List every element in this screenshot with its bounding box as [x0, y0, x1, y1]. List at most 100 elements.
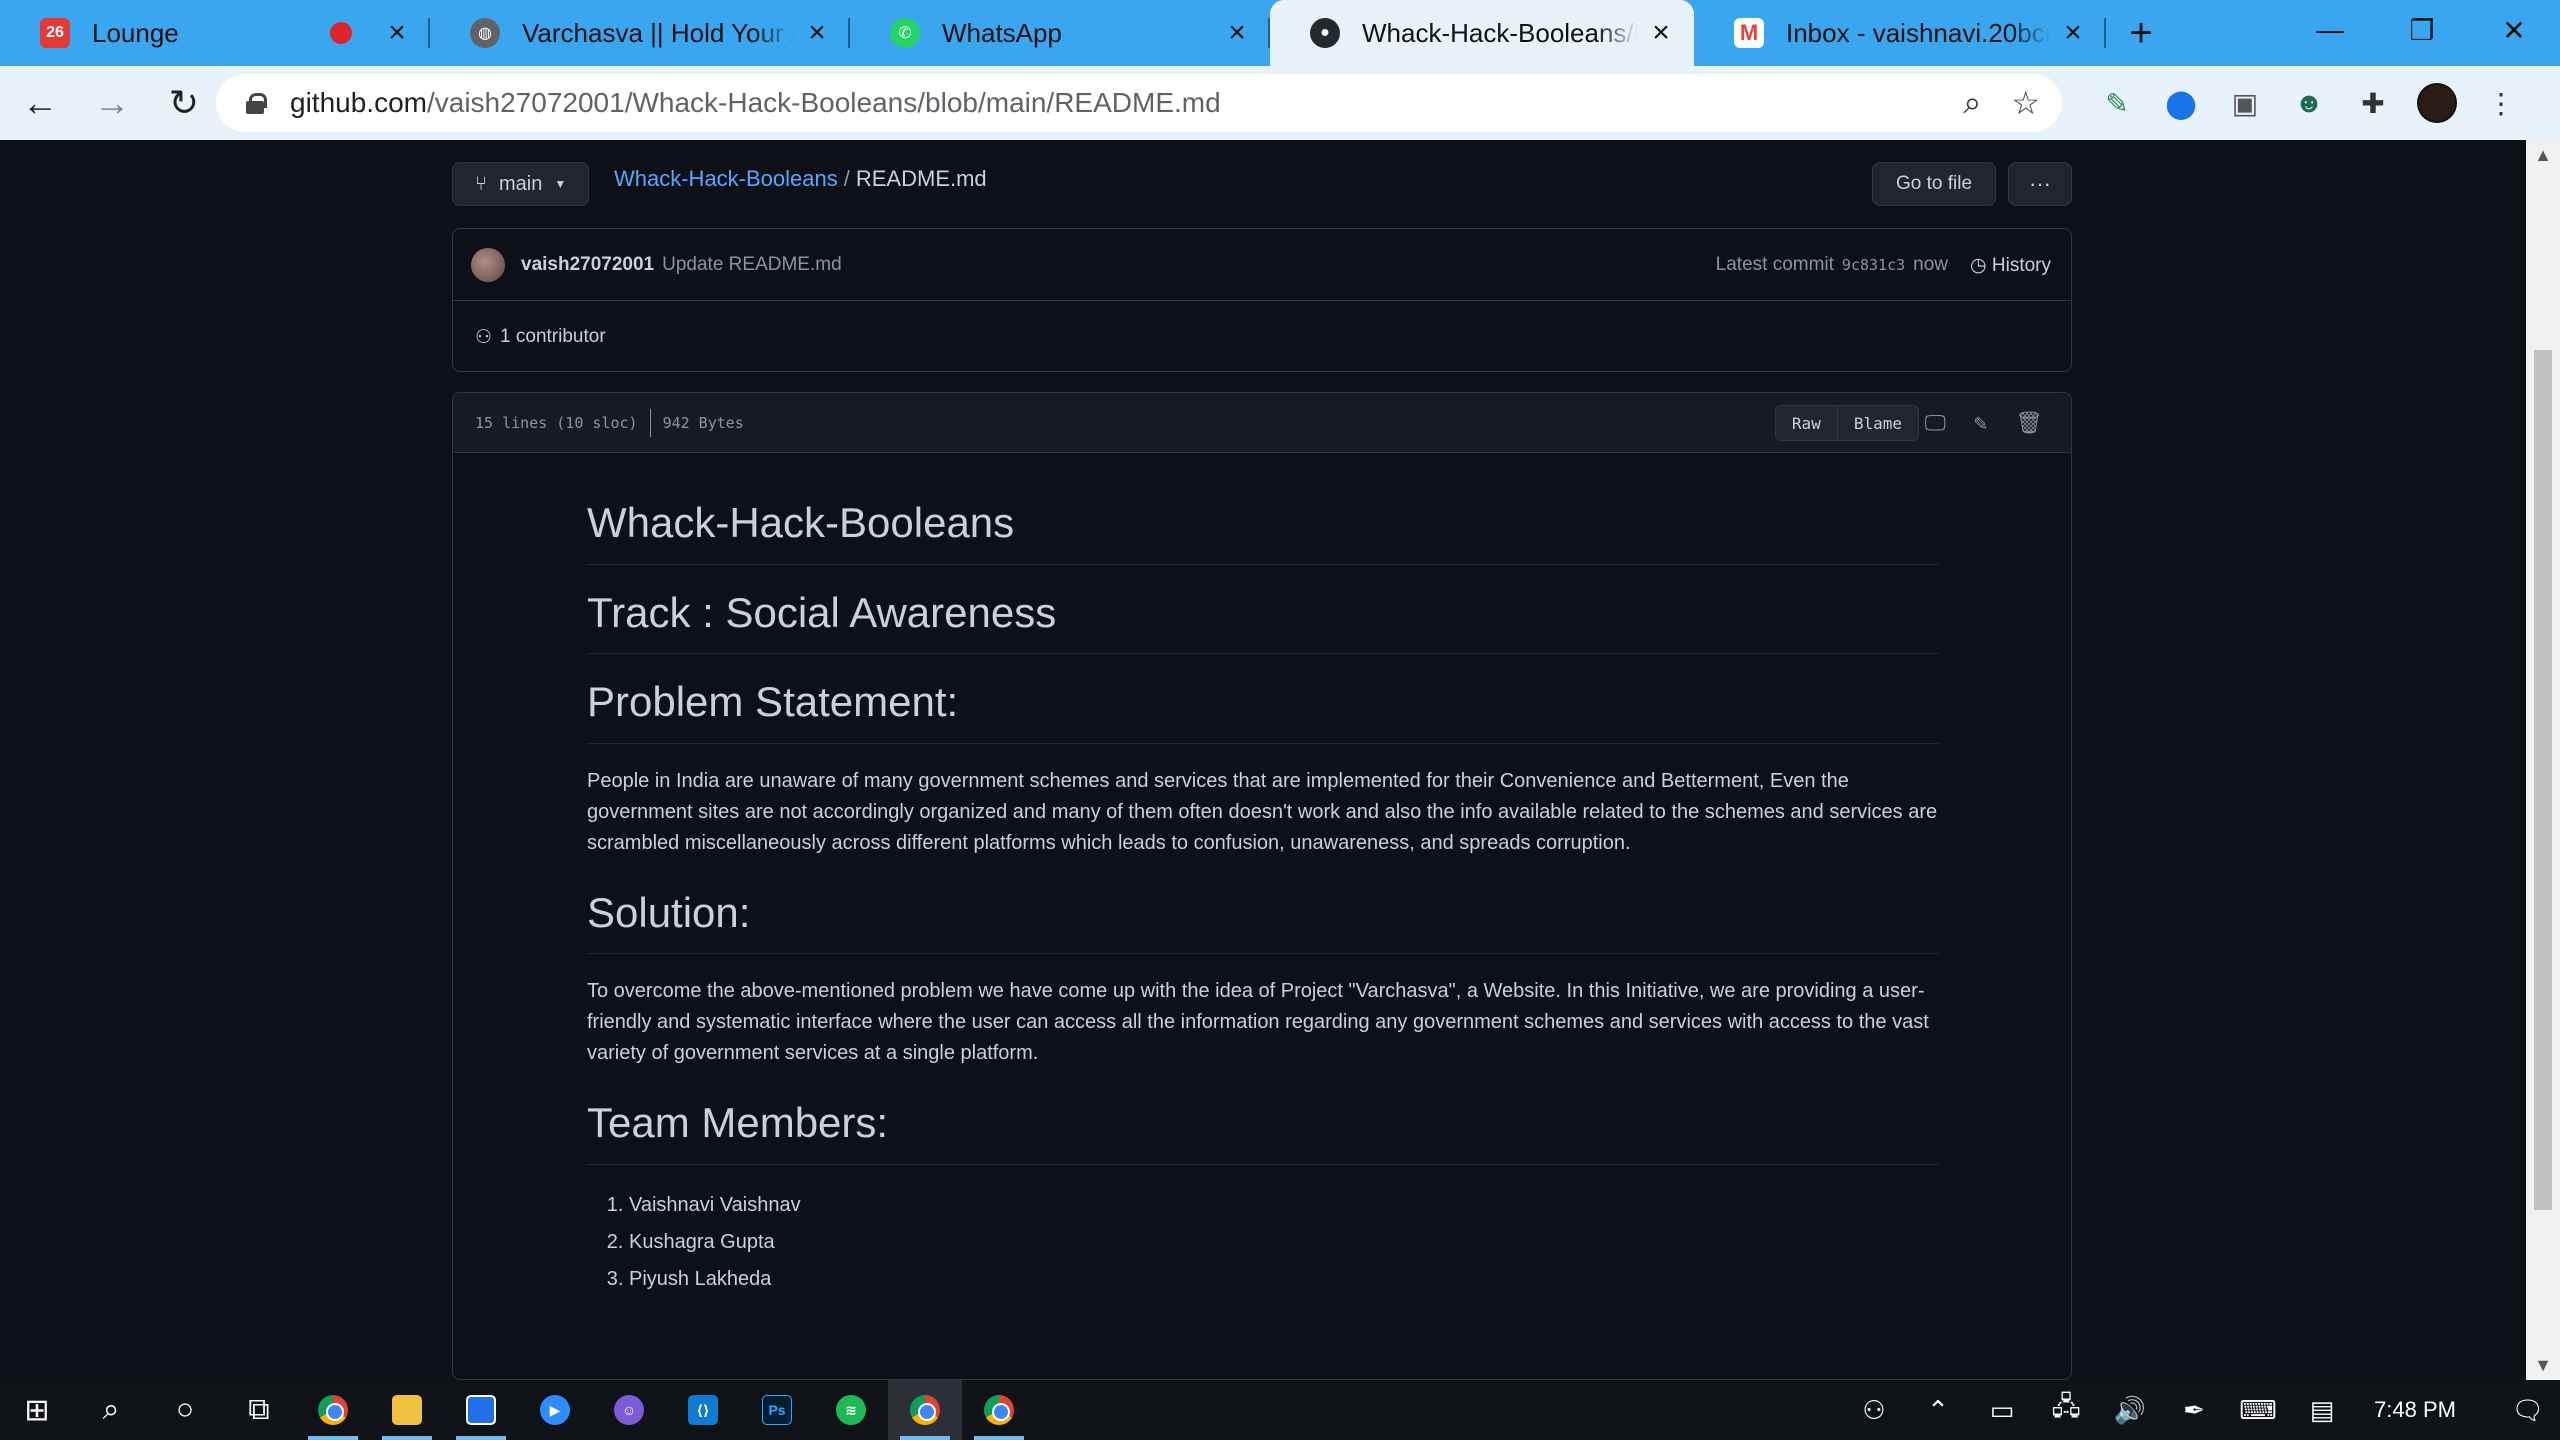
notion-app-icon[interactable] — [444, 1380, 518, 1440]
keyboard-icon[interactable]: ⌨ — [2226, 1380, 2290, 1440]
breadcrumb-file: README.md — [855, 166, 987, 191]
task-view-icon[interactable]: ⧉ — [222, 1380, 296, 1440]
latest-commit-row: vaish27072001 Update README.md Latest co… — [453, 229, 2071, 301]
tab-github-readme[interactable]: ● Whack-Hack-Booleans/README.md × — [1270, 0, 1694, 66]
puzzle-extensions-icon[interactable]: ✚ — [2352, 82, 2394, 124]
scroll-down-icon[interactable]: ▼ — [2526, 1350, 2560, 1380]
go-to-file-button[interactable]: Go to file — [1872, 162, 1996, 206]
file-button-group: Raw Blame — [1774, 405, 1919, 441]
address-bar[interactable]: github.com/vaish27072001/Whack-Hack-Bool… — [216, 74, 2062, 132]
square-extension-icon[interactable]: ▣ — [2224, 82, 2266, 124]
commit-box: vaish27072001 Update README.md Latest co… — [452, 228, 2072, 372]
battery-icon[interactable]: ▭ — [1970, 1380, 2034, 1440]
tab-whatsapp[interactable]: ✆ WhatsApp × — [850, 0, 1270, 66]
pencil-edit-icon[interactable]: ✎ — [1974, 411, 1987, 436]
discord-app-icon[interactable]: ☺ — [592, 1380, 666, 1440]
file-explorer-icon[interactable] — [370, 1380, 444, 1440]
url-host: github.com — [290, 87, 427, 118]
search-icon[interactable]: ⌕ — [74, 1380, 148, 1440]
vscode-icon[interactable]: ⟨⟩ — [666, 1380, 740, 1440]
breadcrumb-repo-link[interactable]: Whack-Hack-Booleans — [614, 166, 838, 191]
file-header: 15 lines (10 sloc) 942 Bytes Raw Blame 🖵… — [453, 393, 2071, 453]
branch-selector[interactable]: ⑂ main ▼ — [452, 162, 590, 206]
taskbar-clock[interactable]: 7:48 PM — [2354, 1397, 2496, 1423]
avatar[interactable] — [471, 247, 505, 282]
bookmark-star-icon[interactable]: ☆ — [2011, 84, 2040, 122]
readme-content: Whack-Hack-Booleans Track : Social Aware… — [587, 497, 1939, 1298]
network-icon[interactable]: 🖧 — [2034, 1380, 2098, 1440]
zoom-app-icon[interactable]: ▶ — [518, 1380, 592, 1440]
close-tab-icon[interactable]: × — [2058, 16, 2088, 49]
eyedropper-extension-icon[interactable]: ✎ — [2096, 82, 2138, 124]
close-tab-icon[interactable]: × — [382, 16, 412, 49]
tab-title: Lounge — [92, 17, 179, 48]
more-options-button[interactable]: ··· — [2008, 162, 2072, 206]
url-text[interactable]: github.com/vaish27072001/Whack-Hack-Bool… — [290, 87, 1221, 119]
commit-author-link[interactable]: vaish27072001 — [521, 254, 654, 276]
extensions-area: ✎ ⬤ ▣ ☻ ✚ ⋮ — [2096, 66, 2522, 140]
window-controls: — ❐ ✕ — [2284, 0, 2560, 60]
alien-extension-icon[interactable]: ☻ — [2288, 82, 2330, 124]
zoom-icon[interactable]: ⌕ — [1963, 84, 1981, 122]
spotify-icon[interactable]: ≋ — [814, 1380, 888, 1440]
gmail-icon: M — [1734, 18, 1764, 48]
new-tab-button[interactable]: + — [2106, 0, 2176, 66]
tab-gmail[interactable]: M Inbox - vaishnavi.20bcrn018 × — [1694, 0, 2106, 66]
chrome-taskbar-icon[interactable] — [296, 1380, 370, 1440]
trash-icon[interactable]: 🗑 — [2015, 411, 2043, 436]
cortana-icon[interactable]: ○ — [148, 1380, 222, 1440]
notification-icon[interactable]: 🗨 — [2496, 1380, 2560, 1440]
people-icon[interactable]: ⚇ — [1842, 1380, 1906, 1440]
latest-commit-label: Latest commit — [1715, 254, 1834, 275]
caret-down-icon: ▼ — [554, 177, 567, 191]
commit-message-link[interactable]: Update README.md — [662, 254, 842, 276]
tab-lounge[interactable]: 26 Lounge × — [0, 0, 430, 66]
branch-icon: ⑂ — [475, 172, 487, 195]
raw-button[interactable]: Raw — [1775, 406, 1837, 440]
tablet-mode-icon[interactable]: ▤ — [2290, 1380, 2354, 1440]
restore-icon[interactable]: ❐ — [2376, 0, 2468, 60]
branch-name: main — [499, 172, 543, 195]
close-tab-icon[interactable]: × — [802, 16, 832, 49]
chrome-profile-taskbar-icon[interactable] — [888, 1380, 962, 1440]
contributors-row[interactable]: ⚇ 1 contributor — [453, 301, 2071, 373]
back-arrow-icon[interactable]: ← — [8, 71, 72, 135]
close-tab-icon[interactable]: × — [1646, 16, 1676, 49]
file-viewer: 15 lines (10 sloc) 942 Bytes Raw Blame 🖵… — [452, 392, 2072, 1380]
photoshop-icon[interactable]: Ps — [740, 1380, 814, 1440]
github-page: ⑂ main ▼ Whack-Hack-Booleans / README.md G… — [0, 140, 2526, 1380]
recording-icon — [330, 22, 352, 44]
list-item: Vaishnavi Vaishnav — [629, 1187, 1939, 1224]
windows-start-icon[interactable]: ⊞ — [0, 1380, 74, 1440]
volume-icon[interactable]: 🔊 — [2098, 1380, 2162, 1440]
team-list: Vaishnavi Vaishnav Kushagra Gupta Piyush… — [587, 1187, 1939, 1298]
scroll-thumb[interactable] — [2534, 350, 2552, 1210]
contributors-count: 1 contributor — [500, 326, 606, 347]
minimize-icon[interactable]: — — [2284, 0, 2376, 60]
clock-icon: ◷ — [1970, 254, 1987, 276]
commit-sha-link[interactable]: 9c831c3 — [1842, 256, 1905, 274]
chrome-second-taskbar-icon[interactable] — [962, 1380, 1036, 1440]
lock-icon[interactable] — [246, 93, 267, 114]
scroll-up-icon[interactable]: ▲ — [2526, 140, 2560, 170]
close-window-icon[interactable]: ✕ — [2468, 0, 2560, 60]
readme-title: Whack-Hack-Booleans — [587, 497, 1939, 565]
whatsapp-icon: ✆ — [890, 18, 920, 48]
pen-icon[interactable]: ✒ — [2162, 1380, 2226, 1440]
page-scrollbar[interactable]: ▲ ▼ — [2526, 140, 2560, 1380]
profile-avatar[interactable] — [2416, 82, 2458, 124]
readme-track-heading: Track : Social Awareness — [587, 587, 1939, 654]
browser-menu-icon[interactable]: ⋮ — [2480, 82, 2522, 124]
forward-arrow-icon[interactable]: → — [80, 71, 144, 135]
close-tab-icon[interactable]: × — [1222, 16, 1252, 49]
tab-varchasva[interactable]: ◍ Varchasva || Hold Your Absolute Power … — [430, 0, 850, 66]
readme-team-heading: Team Members: — [587, 1097, 1939, 1165]
people-icon: ⚇ — [475, 326, 493, 348]
history-link[interactable]: ◷ History — [1970, 254, 2051, 277]
blame-button[interactable]: Blame — [1836, 406, 1918, 440]
desktop-icon[interactable]: 🖵 — [1925, 411, 1946, 436]
globe-icon: ◍ — [470, 18, 500, 48]
chevron-up-icon[interactable]: ⌃ — [1906, 1380, 1970, 1440]
reload-icon[interactable]: ↻ — [152, 71, 216, 135]
drop-extension-icon[interactable]: ⬤ — [2160, 82, 2202, 124]
